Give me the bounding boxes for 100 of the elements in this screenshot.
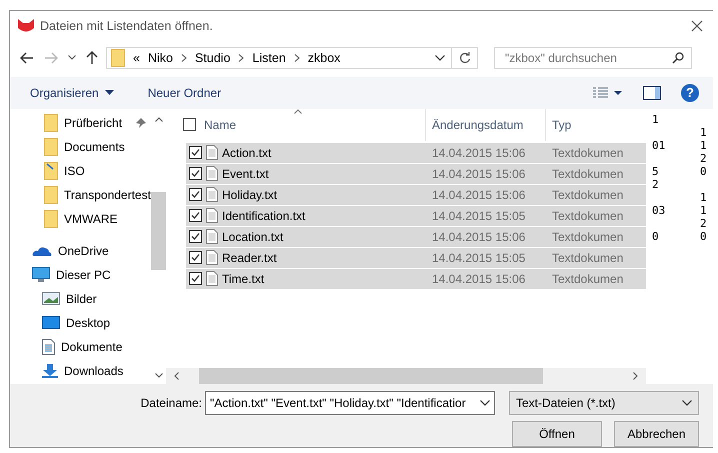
filename-label: Dateiname: bbox=[140, 396, 202, 410]
open-button[interactable]: Öffnen bbox=[512, 421, 602, 447]
scroll-thumb[interactable] bbox=[199, 368, 543, 384]
file-row[interactable]: Location.txt 14.04.2015 15:06 Textdokumen bbox=[186, 226, 646, 247]
nav-item[interactable]: Desktop bbox=[10, 310, 151, 335]
caret-icon bbox=[104, 90, 114, 96]
stray-text: 1 bbox=[700, 126, 708, 139]
column-header[interactable]: Änderungsdatum bbox=[432, 118, 524, 132]
document-icon bbox=[42, 338, 55, 355]
stray-text: 2 bbox=[700, 152, 708, 165]
row-checkbox[interactable] bbox=[189, 146, 202, 160]
file-name: Reader.txt bbox=[222, 250, 277, 265]
scroll-down-icon[interactable] bbox=[154, 373, 162, 378]
scroll-up-icon[interactable] bbox=[154, 116, 162, 122]
file-name: Identification.txt bbox=[222, 208, 306, 223]
nav-item[interactable]: Dokumente bbox=[10, 334, 151, 359]
row-checkbox[interactable] bbox=[189, 188, 202, 202]
close-icon[interactable] bbox=[691, 20, 703, 32]
file-row[interactable]: Action.txt 14.04.2015 15:06 Textdokumen bbox=[186, 142, 646, 163]
breadcrumb[interactable]: zkbox bbox=[308, 50, 340, 65]
nav-item[interactable]: OneDrive bbox=[10, 238, 151, 263]
cloud-icon bbox=[32, 244, 52, 257]
row-checkbox[interactable] bbox=[189, 230, 202, 244]
address-field[interactable]: « Niko Studio Listen zkbox bbox=[106, 46, 452, 69]
text-file-icon bbox=[206, 166, 218, 182]
folder-icon bbox=[44, 138, 58, 156]
stray-text: 2 bbox=[700, 216, 708, 230]
filename-field[interactable]: "Action.txt" "Event.txt" "Holiday.txt" "Identificatior bbox=[205, 391, 495, 415]
file-row[interactable]: Reader.txt 14.04.2015 15:05 Textdokumen bbox=[186, 248, 646, 268]
folder-icon bbox=[44, 210, 58, 228]
row-checkbox[interactable] bbox=[189, 209, 202, 222]
stray-text: 03 bbox=[652, 204, 666, 217]
stray-text: 0 bbox=[652, 230, 660, 243]
chevron-down-icon[interactable] bbox=[435, 54, 445, 61]
horizontal-scrollbar[interactable] bbox=[166, 368, 646, 384]
preview-pane-icon[interactable] bbox=[643, 86, 661, 100]
file-type: Textdokumen bbox=[552, 146, 624, 160]
desktop-icon bbox=[42, 316, 60, 330]
cancel-button[interactable]: Abbrechen bbox=[614, 421, 699, 447]
file-type: Textdokumen bbox=[552, 272, 624, 286]
chevron-down-icon[interactable] bbox=[68, 55, 76, 60]
refresh-button[interactable] bbox=[452, 46, 478, 69]
text-file-icon bbox=[206, 250, 218, 266]
search-field[interactable]: "zkbox" durchsuchen bbox=[494, 46, 692, 69]
picture-icon bbox=[42, 292, 60, 306]
help-button[interactable]: ? bbox=[681, 84, 699, 102]
text-file-icon bbox=[206, 208, 218, 224]
breadcrumb[interactable]: Niko bbox=[148, 50, 173, 65]
nav-item[interactable]: Bilder bbox=[10, 286, 151, 311]
file-row[interactable]: Holiday.txt 14.04.2015 15:06 Textdokumen bbox=[186, 184, 646, 205]
up-arrow-icon[interactable] bbox=[86, 50, 98, 65]
modified-date: 14.04.2015 15:06 bbox=[431, 272, 526, 286]
stray-text: 01 bbox=[652, 138, 666, 152]
file-type: Textdokumen bbox=[552, 230, 624, 244]
column-header[interactable]: Typ bbox=[552, 118, 572, 132]
chevron-down-icon[interactable] bbox=[480, 400, 490, 406]
stray-text: 1 bbox=[700, 204, 708, 217]
row-checkbox[interactable] bbox=[189, 251, 202, 264]
file-type: Textdokumen bbox=[552, 188, 624, 202]
refresh-icon bbox=[458, 52, 470, 64]
back-arrow-icon[interactable] bbox=[20, 52, 34, 64]
search-icon[interactable] bbox=[672, 52, 684, 64]
row-checkbox[interactable] bbox=[189, 167, 202, 180]
file-type-dropdown[interactable]: Text-Dateien (*.txt) bbox=[509, 391, 699, 415]
modified-date: 14.04.2015 15:06 bbox=[431, 166, 526, 181]
file-name: Time.txt bbox=[222, 272, 264, 286]
breadcrumb[interactable]: Studio bbox=[194, 50, 230, 65]
folder-icon bbox=[44, 162, 58, 180]
nav-item[interactable]: Downloads bbox=[10, 358, 151, 383]
organize-menu[interactable]: Organisieren bbox=[28, 84, 116, 102]
select-all-checkbox[interactable] bbox=[183, 118, 196, 132]
scroll-left-icon[interactable] bbox=[174, 372, 179, 380]
nav-item[interactable]: Transpondertest bbox=[10, 182, 151, 207]
sort-caret-icon bbox=[294, 108, 302, 114]
view-options-icon[interactable] bbox=[593, 86, 623, 99]
scroll-right-icon[interactable] bbox=[633, 372, 638, 380]
modified-date: 14.04.2015 15:06 bbox=[431, 230, 526, 244]
file-row[interactable]: Identification.txt 14.04.2015 15:05 Textdokumen bbox=[186, 206, 646, 226]
folder-icon bbox=[44, 186, 58, 204]
overflow-chevron[interactable]: « bbox=[133, 50, 140, 65]
chevron-down-icon bbox=[682, 400, 692, 406]
file-type: Textdokumen bbox=[552, 208, 624, 223]
modified-date: 14.04.2015 15:05 bbox=[431, 250, 526, 265]
text-file-icon bbox=[206, 229, 218, 244]
breadcrumb[interactable]: Listen bbox=[252, 50, 286, 65]
folder-icon bbox=[111, 48, 125, 67]
nav-item[interactable]: Prüfbericht bbox=[10, 110, 151, 135]
nav-item[interactable]: Documents bbox=[10, 134, 151, 159]
row-checkbox[interactable] bbox=[189, 272, 202, 286]
file-row[interactable]: Event.txt 14.04.2015 15:06 Textdokumen bbox=[186, 164, 646, 184]
new-folder-button[interactable]: Neuer Ordner bbox=[146, 84, 224, 102]
nav-item[interactable]: VMWARE bbox=[10, 206, 151, 231]
nav-item[interactable]: Dieser PC bbox=[10, 262, 151, 287]
file-name: Event.txt bbox=[222, 166, 269, 181]
file-row[interactable]: Time.txt 14.04.2015 15:06 Textdokumen bbox=[186, 268, 646, 289]
file-name: Holiday.txt bbox=[222, 188, 278, 202]
modified-date: 14.04.2015 15:06 bbox=[431, 188, 526, 202]
scroll-thumb[interactable] bbox=[151, 192, 166, 270]
nav-item[interactable]: ISO bbox=[10, 158, 151, 183]
column-header[interactable]: Name bbox=[204, 118, 236, 132]
